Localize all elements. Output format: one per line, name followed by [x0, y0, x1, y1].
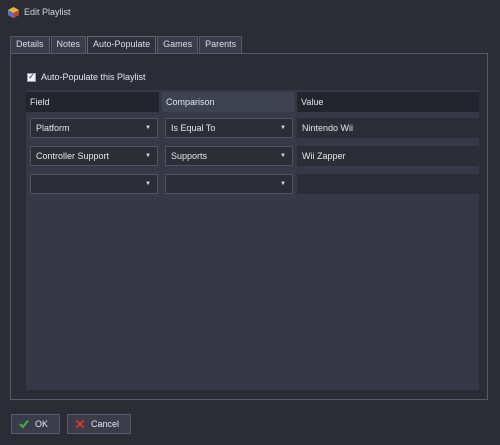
field-dropdown[interactable]: ▼	[30, 174, 158, 194]
value-cell[interactable]	[297, 174, 479, 194]
title-bar: Edit Playlist	[0, 0, 500, 25]
column-header-field[interactable]: Field	[26, 92, 159, 112]
chevron-down-icon: ▼	[145, 181, 151, 187]
tab-games[interactable]: Games	[157, 36, 199, 53]
tab-details[interactable]: Details	[10, 36, 50, 53]
field-dropdown[interactable]: Platform ▼	[30, 118, 158, 138]
chevron-down-icon: ▼	[145, 153, 151, 159]
value-cell[interactable]: Nintendo Wii	[297, 118, 479, 138]
auto-populate-option: ✓ Auto-Populate this Playlist	[27, 72, 146, 82]
chevron-down-icon: ▼	[280, 181, 286, 187]
column-header-value[interactable]: Value	[297, 92, 479, 112]
comparison-dropdown[interactable]: Supports ▼	[165, 146, 293, 166]
window-title: Edit Playlist	[24, 7, 71, 17]
comparison-dropdown[interactable]: Is Equal To ▼	[165, 118, 293, 138]
ok-label: OK	[35, 419, 49, 429]
auto-populate-checkbox[interactable]: ✓	[27, 72, 36, 82]
comparison-value: Supports	[171, 151, 208, 161]
comparison-value: Is Equal To	[171, 123, 216, 133]
tab-bar: Details Notes Auto-Populate Games Parent…	[10, 36, 243, 54]
field-value: Controller Support	[36, 151, 110, 161]
x-icon	[75, 419, 85, 429]
tab-parents[interactable]: Parents	[199, 36, 243, 53]
tab-auto-populate[interactable]: Auto-Populate	[87, 36, 157, 54]
ok-button[interactable]: OK	[11, 414, 60, 434]
cancel-label: Cancel	[91, 419, 120, 429]
tab-notes[interactable]: Notes	[50, 36, 87, 53]
chevron-down-icon: ▼	[145, 125, 151, 131]
field-value: Platform	[36, 123, 70, 133]
app-icon	[8, 7, 19, 18]
rules-grid: Field Comparison Value Platform ▼ Is Equ…	[26, 90, 479, 390]
comparison-dropdown[interactable]: ▼	[165, 174, 293, 194]
value-cell[interactable]: Wii Zapper	[297, 146, 479, 166]
chevron-down-icon: ▼	[280, 153, 286, 159]
auto-populate-label[interactable]: Auto-Populate this Playlist	[41, 72, 146, 82]
chevron-down-icon: ▼	[280, 125, 286, 131]
cancel-button[interactable]: Cancel	[67, 414, 131, 434]
checkmark-icon	[19, 419, 29, 429]
field-dropdown[interactable]: Controller Support ▼	[30, 146, 158, 166]
column-header-comparison[interactable]: Comparison	[162, 92, 294, 112]
auto-populate-panel: ✓ Auto-Populate this Playlist Field Comp…	[10, 53, 488, 400]
